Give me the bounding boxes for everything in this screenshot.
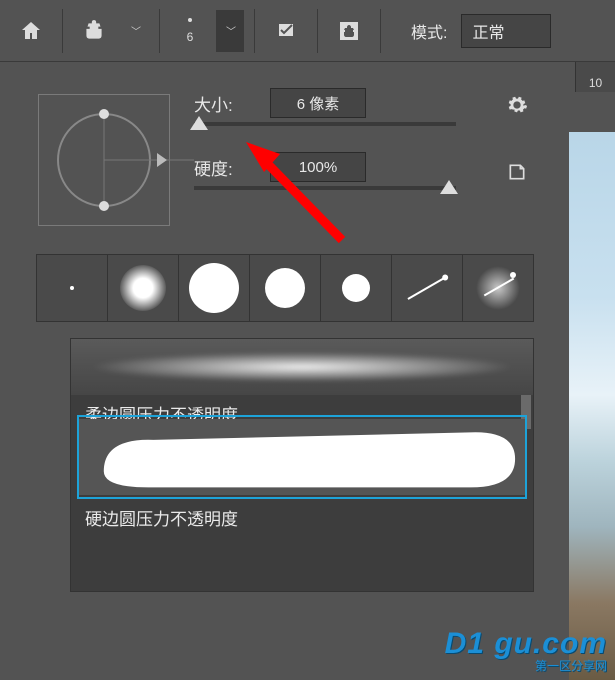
canvas-image — [569, 132, 615, 680]
preset-hard-round-small[interactable] — [321, 255, 392, 321]
new-preset-icon[interactable] — [507, 162, 527, 188]
stroke-preview-soft — [71, 339, 533, 395]
stroke-item[interactable]: 柔边圆压力不透明度 — [71, 339, 533, 415]
preset-hard-round-med[interactable] — [250, 255, 321, 321]
hardness-input[interactable] — [270, 152, 366, 182]
size-slider[interactable] — [194, 122, 456, 126]
brush-angle-widget[interactable] — [38, 94, 170, 226]
brush-settings-panel: 大小: 硬度: — [20, 72, 550, 632]
toolbar: ﹀ 6 ﹀ 模式: 正常 — [0, 0, 615, 62]
home-button[interactable] — [10, 10, 52, 52]
brush-panel-button[interactable] — [265, 10, 307, 52]
hardness-slider-thumb[interactable] — [440, 180, 458, 194]
preset-tiny-dot[interactable] — [37, 255, 108, 321]
stroke-label: 硬边圆压力不透明度 — [71, 499, 533, 540]
watermark-main: D1 gu.com — [445, 627, 607, 660]
size-label: 大小: — [194, 91, 250, 116]
preset-line-brush[interactable] — [392, 255, 463, 321]
preset-hard-round-large[interactable] — [179, 255, 250, 321]
brush-preset-row — [36, 254, 534, 322]
stroke-preview-hard — [79, 419, 525, 495]
watermark: D1 gu.com 第一区分享网 — [445, 627, 607, 674]
sliders-area: 大小: 硬度: — [170, 88, 494, 226]
ruler-tick: 10 — [589, 76, 602, 90]
brush-stroke-list: ︿ 柔边圆压力不透明度 硬边圆压力不透明度 — [70, 338, 534, 592]
mode-value: 正常 — [472, 25, 504, 42]
sample-button[interactable] — [328, 10, 370, 52]
divider — [380, 9, 381, 53]
divider — [62, 9, 63, 53]
size-input[interactable] — [270, 88, 366, 118]
mode-select[interactable]: 正常 — [461, 14, 551, 48]
clone-stamp-tool[interactable] — [73, 10, 115, 52]
brush-dropdown[interactable]: ﹀ — [216, 10, 244, 52]
size-slider-thumb[interactable] — [190, 116, 208, 130]
angle-circle-icon — [57, 113, 151, 207]
brush-dot-icon — [188, 18, 192, 22]
stroke-item-selected[interactable]: 硬边圆压力不透明度 — [71, 415, 533, 540]
divider — [317, 9, 318, 53]
preset-soft-line-brush[interactable] — [463, 255, 533, 321]
ruler: 10 — [575, 62, 615, 92]
preset-soft-round[interactable] — [108, 255, 179, 321]
gear-icon[interactable] — [506, 94, 528, 122]
brush-size-number: 6 — [187, 30, 194, 44]
hardness-label: 硬度: — [194, 155, 250, 180]
hardness-slider[interactable] — [194, 186, 456, 190]
divider — [254, 9, 255, 53]
brush-size-indicator[interactable]: 6 — [170, 18, 210, 44]
divider — [159, 9, 160, 53]
mode-label: 模式: — [411, 19, 447, 43]
tool-dropdown[interactable]: ﹀ — [121, 10, 149, 52]
